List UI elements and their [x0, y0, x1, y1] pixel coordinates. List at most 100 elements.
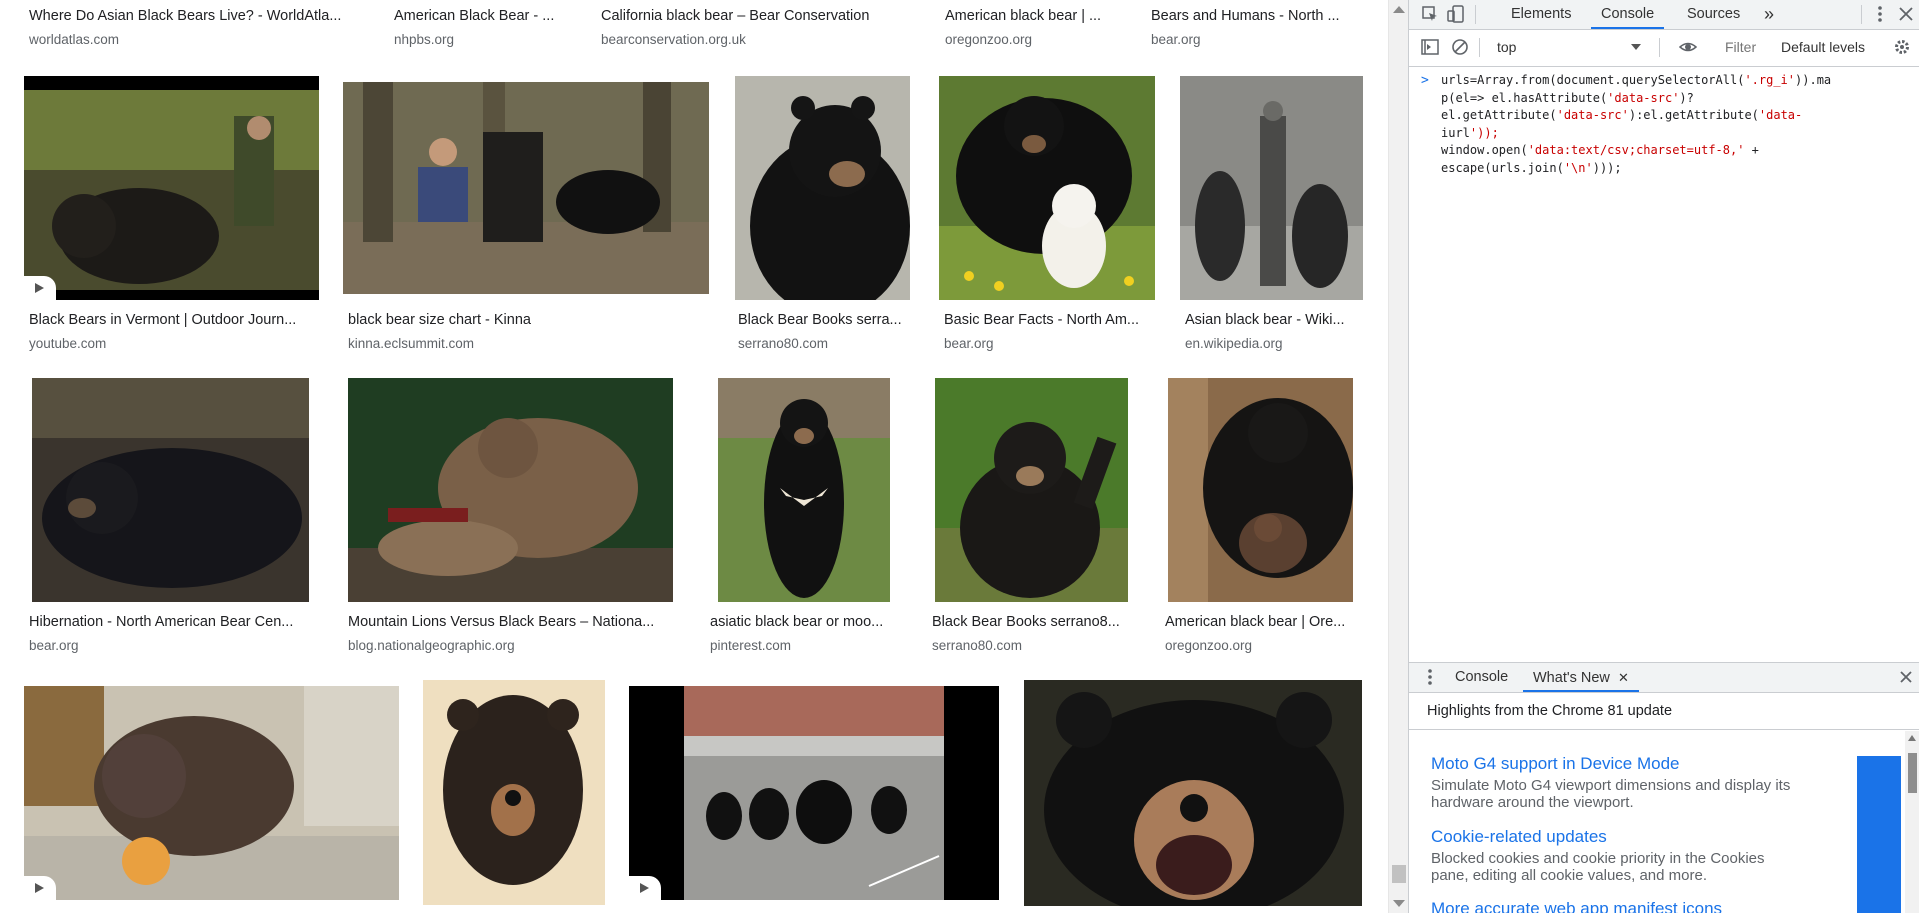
bear-thumbnail[interactable]: [718, 378, 890, 602]
close-tab-icon[interactable]: ✕: [1618, 670, 1629, 685]
result-title[interactable]: Hibernation - North American Bear Cen...: [29, 614, 319, 630]
context-selector[interactable]: top: [1493, 36, 1647, 58]
inspect-element-icon[interactable]: [1421, 5, 1439, 23]
result-domain: oregonzoo.org: [1165, 638, 1253, 653]
result-title[interactable]: asiatic black bear or moo...: [710, 614, 905, 630]
result-card[interactable]: American Black Bear - ... nhpbs.org: [389, 0, 569, 50]
tab-console[interactable]: Console: [1591, 0, 1665, 29]
bear-thumbnail[interactable]: [343, 82, 709, 294]
bear-thumbnail[interactable]: [24, 76, 319, 300]
bear-thumbnail[interactable]: [1168, 378, 1353, 602]
console-output[interactable]: > urls=Array.from(document.querySelector…: [1409, 67, 1919, 662]
whats-new-item-title[interactable]: Moto G4 support in Device Mode: [1431, 753, 1801, 775]
bear-thumbnail[interactable]: [32, 378, 309, 602]
result-title[interactable]: Basic Bear Facts - North Am...: [944, 312, 1154, 328]
scrollbar-thumb[interactable]: [1908, 753, 1917, 793]
code-line: urls=Array.from(document.querySelectorAl…: [1441, 73, 1832, 87]
result-title[interactable]: American black bear | Ore...: [1165, 614, 1360, 630]
result-card[interactable]: [629, 686, 999, 913]
scroll-up-icon[interactable]: [1393, 6, 1405, 13]
console-prompt-icon: >: [1421, 73, 1429, 88]
result-card[interactable]: Hibernation - North American Bear Cen...…: [24, 378, 319, 658]
result-title[interactable]: black bear size chart - Kinna: [348, 312, 708, 328]
code-line: escape(urls.join('\n')));: [1441, 160, 1622, 175]
result-card[interactable]: California black bear – Bear Conservatio…: [596, 0, 906, 50]
scroll-down-icon[interactable]: [1393, 900, 1405, 907]
bear-thumbnail[interactable]: [1024, 680, 1362, 906]
result-title[interactable]: California black bear – Bear Conservatio…: [601, 8, 906, 24]
result-card[interactable]: [1024, 680, 1364, 913]
result-domain: serrano80.com: [738, 336, 829, 351]
result-title[interactable]: American black bear | ...: [945, 8, 1120, 24]
sidebar-toggle-icon[interactable]: [1421, 38, 1439, 56]
console-filter-input[interactable]: [1721, 36, 1779, 58]
result-card[interactable]: Asian black bear - Wiki... en.wikipedia.…: [1180, 76, 1363, 356]
tab-elements[interactable]: Elements: [1501, 0, 1581, 29]
whats-new-content[interactable]: Moto G4 support in Device Mode Simulate …: [1409, 731, 1919, 913]
result-domain: bear.org: [29, 638, 79, 653]
bear-thumbnail[interactable]: [939, 76, 1155, 300]
result-card[interactable]: [24, 686, 399, 913]
kebab-menu-icon[interactable]: [1871, 5, 1889, 23]
result-card[interactable]: Black Bear Books serrano8... serrano80.c…: [927, 378, 1132, 658]
result-title[interactable]: American Black Bear - ...: [394, 8, 569, 24]
result-title[interactable]: Black Bear Books serra...: [738, 312, 908, 328]
result-domain: youtube.com: [29, 336, 107, 351]
whats-new-item-title[interactable]: More accurate web app manifest icons: [1431, 898, 1801, 913]
play-icon: [629, 876, 661, 900]
drawer-tab-whats-new[interactable]: What's New ✕: [1523, 663, 1639, 692]
result-title[interactable]: Black Bears in Vermont | Outdoor Journ..…: [29, 312, 319, 328]
result-domain: oregonzoo.org: [945, 32, 1033, 47]
device-toolbar-icon[interactable]: [1447, 5, 1465, 23]
result-card[interactable]: Black Bear Books serra... serrano80.com: [733, 76, 912, 356]
result-card[interactable]: asiatic black bear or moo... pinterest.c…: [705, 378, 905, 658]
image-results-page: Where Do Asian Black Bears Live? - World…: [0, 0, 1388, 913]
drawer-menu-icon[interactable]: [1421, 668, 1439, 686]
tab-sources[interactable]: Sources: [1677, 0, 1750, 29]
scrollbar-thumb[interactable]: [1392, 865, 1406, 883]
bear-thumbnail[interactable]: [1180, 76, 1363, 300]
result-card[interactable]: Mountain Lions Versus Black Bears – Nati…: [343, 378, 673, 658]
page-scrollbar[interactable]: [1388, 0, 1409, 913]
result-title[interactable]: Asian black bear - Wiki...: [1185, 312, 1365, 328]
result-title[interactable]: Where Do Asian Black Bears Live? - World…: [29, 8, 359, 24]
close-drawer-icon[interactable]: [1897, 668, 1915, 686]
bear-thumbnail[interactable]: [24, 686, 399, 900]
result-title[interactable]: Bears and Humans - North ...: [1151, 8, 1361, 24]
more-tabs-icon[interactable]: »: [1754, 0, 1784, 29]
drawer-tabbar: Console What's New ✕: [1409, 662, 1919, 693]
result-card[interactable]: Black Bears in Vermont | Outdoor Journ..…: [24, 76, 319, 356]
bear-thumbnail[interactable]: [935, 378, 1128, 602]
whats-new-item[interactable]: More accurate web app manifest icons: [1431, 898, 1801, 913]
result-domain: bear.org: [1151, 32, 1201, 47]
whats-new-scrollbar[interactable]: [1905, 731, 1919, 913]
bear-thumbnail[interactable]: [629, 686, 999, 900]
scroll-up-icon[interactable]: [1908, 735, 1916, 741]
whats-new-item[interactable]: Cookie-related updates Blocked cookies a…: [1431, 826, 1801, 884]
result-card[interactable]: Basic Bear Facts - North Am... bear.org: [939, 76, 1155, 356]
result-domain: pinterest.com: [710, 638, 792, 653]
eye-icon[interactable]: [1678, 38, 1698, 56]
result-title[interactable]: Black Bear Books serrano8...: [932, 614, 1132, 630]
result-card[interactable]: Where Do Asian Black Bears Live? - World…: [24, 0, 359, 50]
result-card[interactable]: American black bear | Ore... oregonzoo.o…: [1160, 378, 1363, 658]
drawer-tab-console[interactable]: Console: [1445, 663, 1518, 692]
result-card[interactable]: black bear size chart - Kinna kinna.ecls…: [343, 76, 709, 356]
log-levels-dropdown[interactable]: Default levels: [1781, 36, 1878, 58]
result-card[interactable]: [423, 680, 605, 913]
bear-thumbnail[interactable]: [348, 378, 673, 602]
whats-new-item-title[interactable]: Cookie-related updates: [1431, 826, 1801, 848]
close-icon[interactable]: [1897, 5, 1915, 23]
bear-thumbnail[interactable]: [735, 76, 910, 300]
bear-thumbnail[interactable]: [423, 680, 605, 905]
whats-new-item[interactable]: Moto G4 support in Device Mode Simulate …: [1431, 753, 1801, 811]
gear-icon[interactable]: [1893, 38, 1911, 56]
result-domain: kinna.eclsummit.com: [348, 336, 475, 351]
result-title[interactable]: Mountain Lions Versus Black Bears – Nati…: [348, 614, 673, 630]
result-card[interactable]: American black bear | ... oregonzoo.org: [940, 0, 1120, 50]
result-card[interactable]: Bears and Humans - North ... bear.org: [1146, 0, 1361, 50]
result-domain: en.wikipedia.org: [1185, 336, 1283, 351]
chrome-update-illustration: [1857, 756, 1901, 913]
clear-console-icon[interactable]: [1451, 38, 1469, 56]
console-input[interactable]: urls=Array.from(document.querySelectorAl…: [1441, 72, 1906, 177]
